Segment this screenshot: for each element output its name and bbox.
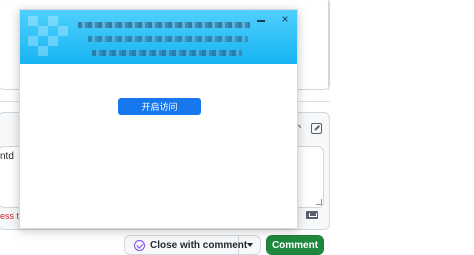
close-options-dropdown[interactable] — [239, 236, 260, 254]
edit-icon[interactable] — [311, 123, 322, 134]
close-with-comment-split-button: Close with comment — [124, 235, 261, 255]
close-with-comment-label: Close with comment — [150, 239, 248, 251]
comment-button-label: Comment — [271, 239, 319, 251]
enable-access-button[interactable]: 开启访问 — [118, 98, 201, 115]
comment-button[interactable]: Comment — [266, 235, 324, 255]
close-with-comment-button[interactable]: Close with comment — [125, 236, 247, 254]
obscured-title — [78, 22, 250, 28]
resize-grip-icon[interactable] — [316, 199, 322, 205]
access-dialog: × 开启访问 — [19, 9, 298, 229]
issue-closed-icon — [134, 239, 145, 251]
dialog-header: × — [20, 10, 297, 64]
enable-access-label: 开启访问 — [141, 103, 178, 113]
close-icon[interactable]: × — [279, 12, 291, 26]
minimize-icon[interactable] — [257, 20, 265, 22]
card-border — [328, 0, 329, 90]
pixelated-logo — [28, 16, 68, 56]
comment-text-fragment: ntd — [0, 151, 14, 162]
markdown-icon — [306, 211, 318, 219]
obscured-subtitle — [92, 50, 242, 56]
caret-down-icon — [246, 243, 253, 247]
obscured-title-line2 — [88, 36, 248, 42]
